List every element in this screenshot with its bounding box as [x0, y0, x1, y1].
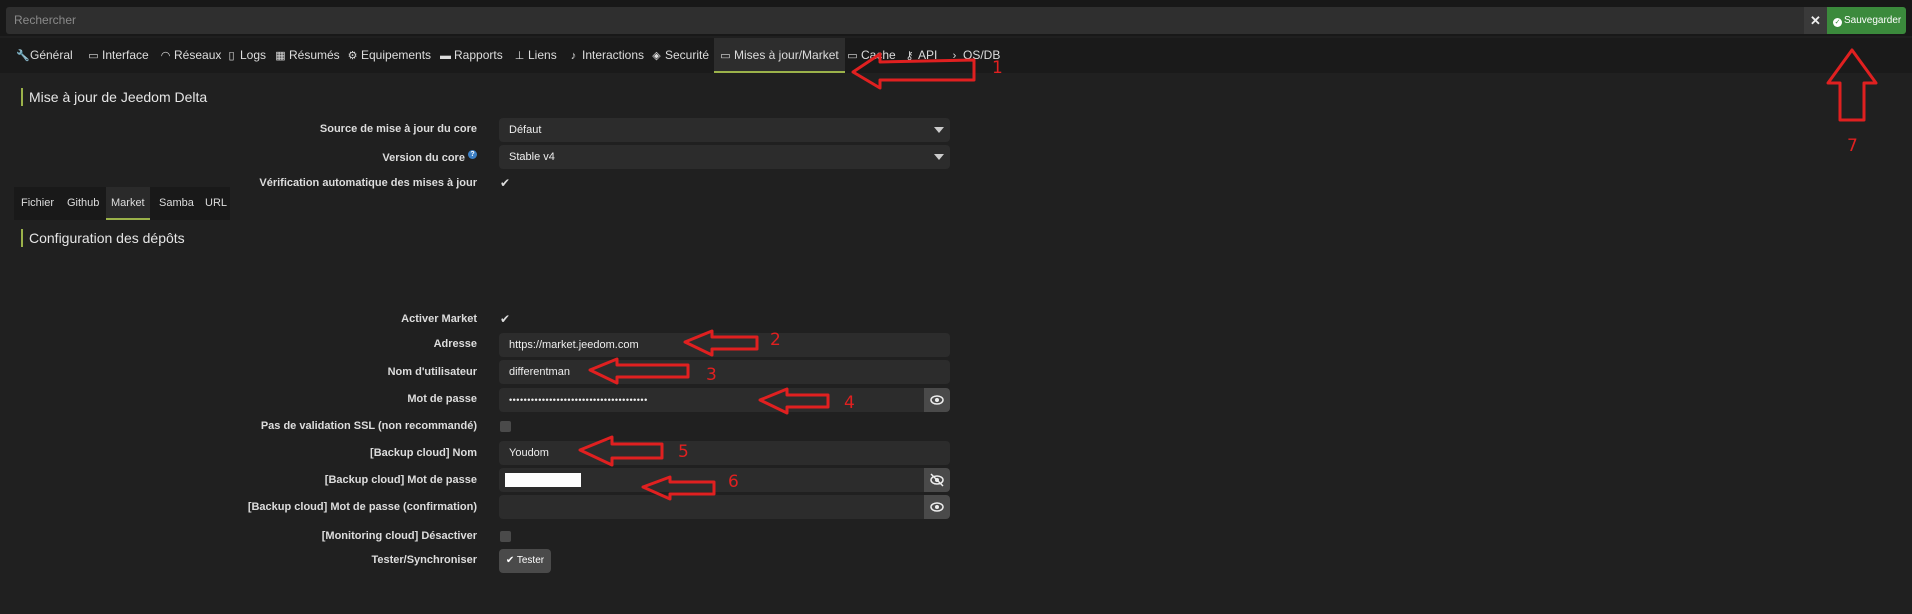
annotation-arrow-7 [1826, 48, 1878, 122]
annotation-label-1: 1 [992, 58, 1003, 78]
annotation-label-3: 3 [706, 365, 717, 385]
annotation-label-6: 6 [728, 472, 739, 492]
annotation-label-4: 4 [844, 393, 855, 413]
annotation-overlay [578, 48, 1878, 501]
annotation-arrow-4 [758, 387, 830, 415]
annotation-label-7: 7 [1847, 136, 1858, 156]
annotation-arrow-2 [683, 329, 759, 357]
annotation-label-2: 2 [770, 330, 781, 350]
annotation-arrow-5 [578, 435, 664, 467]
annotation-label-5: 5 [678, 442, 689, 462]
annotation-arrow-6 [641, 475, 716, 501]
annotation-arrow-3 [588, 357, 690, 385]
annotation-arrow-1 [851, 52, 976, 90]
